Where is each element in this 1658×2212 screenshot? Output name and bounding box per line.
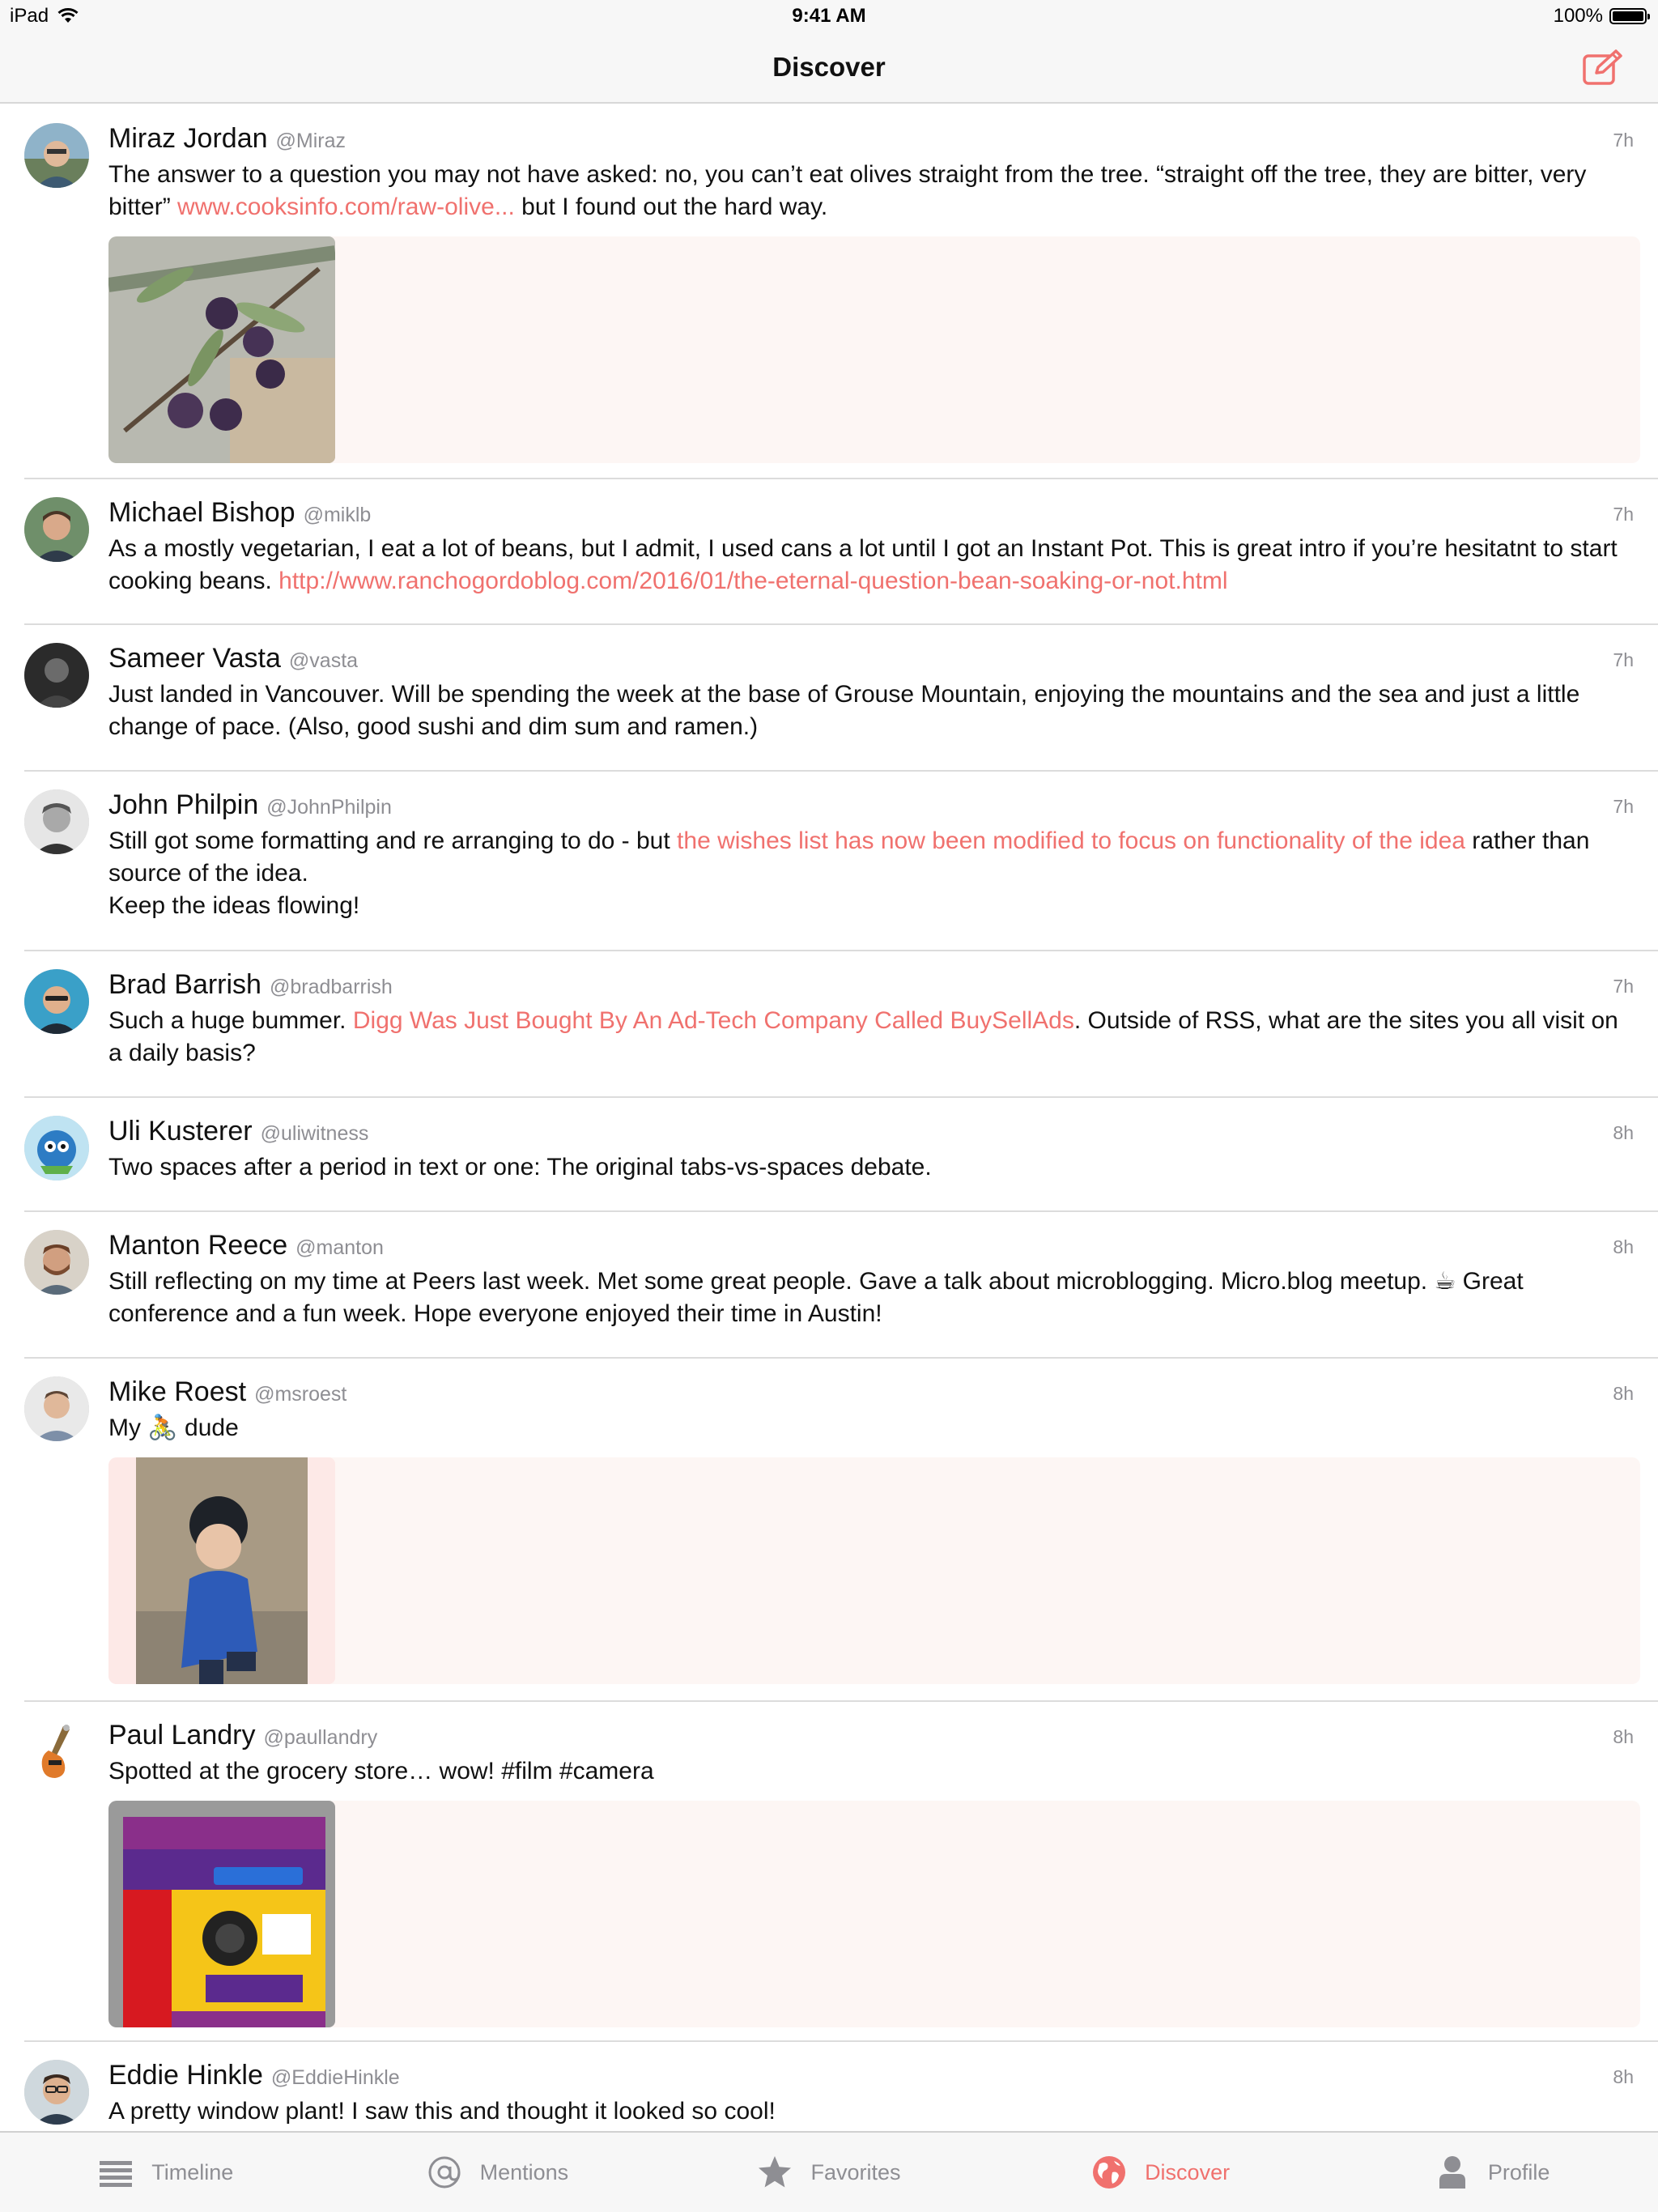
author-handle[interactable]: @uliwitness	[261, 1122, 369, 1146]
kid-photo[interactable]	[108, 1457, 335, 1684]
author-handle[interactable]: @vasta	[289, 649, 358, 673]
author-handle[interactable]: @miklb	[304, 504, 372, 527]
avatar[interactable]	[24, 497, 89, 562]
author-name[interactable]: John Philpin	[108, 789, 258, 821]
post-time: 7h	[1613, 976, 1634, 997]
author-name[interactable]: Sameer Vasta	[108, 643, 281, 674]
author-name[interactable]: Paul Landry	[108, 1720, 255, 1751]
post-text: Spotted at the grocery store… wow! #film…	[108, 1758, 654, 1784]
avatar[interactable]	[24, 1720, 89, 1784]
author-handle[interactable]: @JohnPhilpin	[266, 796, 392, 819]
post-text: Such a huge bummer. Digg Was Just Bought…	[108, 1007, 1618, 1066]
author-name[interactable]: Brad Barrish	[108, 969, 261, 1001]
status-bar: iPad 9:41 AM 100%	[0, 0, 1658, 32]
tab-discover[interactable]: Discover	[995, 2133, 1327, 2212]
avatar[interactable]	[24, 2060, 89, 2125]
author-name[interactable]: Manton Reece	[108, 1230, 287, 1261]
post-time: 7h	[1613, 649, 1634, 670]
tab-timeline[interactable]: Timeline	[0, 2133, 332, 2212]
post-link[interactable]: www.cooksinfo.com/raw-olive...	[177, 194, 515, 220]
tab-label: Mentions	[479, 2159, 569, 2184]
post-text: The answer to a question you may not hav…	[108, 161, 1587, 220]
post-item[interactable]: Miraz Jordan @Miraz 7h The answer to a q…	[0, 105, 1658, 479]
tab-profile[interactable]: Profile	[1326, 2133, 1658, 2212]
author-name[interactable]: Miraz Jordan	[108, 123, 268, 155]
battery-percent: 100%	[1553, 5, 1603, 27]
tab-label: Favorites	[810, 2159, 901, 2184]
post-text: Just landed in Vancouver. Will be spendi…	[108, 681, 1580, 740]
star-icon	[759, 2156, 792, 2188]
avatar[interactable]	[24, 643, 89, 708]
author-name[interactable]: Michael Bishop	[108, 497, 295, 529]
post-media[interactable]	[108, 1801, 1640, 2027]
camera-photo[interactable]	[108, 1801, 335, 2027]
post-item[interactable]: Eddie Hinkle @EddieHinkle 8h A pretty wi…	[0, 2042, 1658, 2131]
post-text: Two spaces after a period in text or one…	[108, 1154, 932, 1180]
post-time: 7h	[1613, 504, 1634, 525]
post-link[interactable]: http://www.ranchogordoblog.com/2016/01/t…	[278, 568, 1227, 594]
post-time: 8h	[1613, 1726, 1634, 1747]
battery-icon	[1609, 8, 1650, 24]
tab-label: Discover	[1145, 2159, 1231, 2184]
post-item[interactable]: Mike Roest @msroest 8h My 🚴 dude	[0, 1359, 1658, 1702]
post-item[interactable]: Manton Reece @manton 8h Still reflecting…	[0, 1212, 1658, 1359]
post-feed[interactable]: Miraz Jordan @Miraz 7h The answer to a q…	[0, 105, 1658, 2131]
avatar[interactable]	[24, 1116, 89, 1180]
post-text: Still reflecting on my time at Peers las…	[108, 1268, 1524, 1327]
post-item[interactable]: Sameer Vasta @vasta 7h Just landed in Va…	[0, 625, 1658, 772]
globe-icon	[1093, 2156, 1126, 2189]
author-handle[interactable]: @msroest	[254, 1383, 346, 1406]
tab-label: Timeline	[151, 2159, 234, 2184]
avatar[interactable]	[24, 1230, 89, 1295]
post-time: 7h	[1613, 796, 1634, 817]
author-handle[interactable]: @Miraz	[276, 130, 346, 153]
compose-icon[interactable]	[1582, 49, 1624, 87]
status-time: 9:41 AM	[792, 5, 866, 27]
author-handle[interactable]: @paullandry	[263, 1726, 377, 1750]
author-handle[interactable]: @EddieHinkle	[271, 2066, 400, 2090]
author-handle[interactable]: @bradbarrish	[270, 976, 393, 999]
post-media[interactable]	[108, 236, 1640, 463]
tab-label: Profile	[1487, 2159, 1550, 2184]
post-item[interactable]: Brad Barrish @bradbarrish 7h Such a huge…	[0, 951, 1658, 1098]
tab-mentions[interactable]: Mentions	[332, 2133, 664, 2212]
post-time: 8h	[1613, 1383, 1634, 1404]
at-icon	[428, 2156, 461, 2189]
tab-bar: Timeline Mentions Favorites Discover Pro…	[0, 2131, 1658, 2212]
post-time: 8h	[1613, 2066, 1634, 2087]
author-name[interactable]: Uli Kusterer	[108, 1116, 253, 1147]
person-icon	[1439, 2156, 1465, 2189]
post-text: A pretty window plant! I saw this and th…	[108, 2098, 776, 2125]
author-name[interactable]: Mike Roest	[108, 1376, 246, 1408]
post-text: As a mostly vegetarian, I eat a lot of b…	[108, 535, 1618, 594]
avatar[interactable]	[24, 1376, 89, 1441]
post-media[interactable]	[108, 1457, 1640, 1684]
avatar[interactable]	[24, 789, 89, 854]
post-link[interactable]: Digg Was Just Bought By An Ad-Tech Compa…	[353, 1007, 1074, 1034]
post-time: 8h	[1613, 1236, 1634, 1257]
tab-favorites[interactable]: Favorites	[663, 2133, 995, 2212]
post-item[interactable]: John Philpin @JohnPhilpin 7h Still got s…	[0, 772, 1658, 951]
page-title: Discover	[772, 52, 886, 82]
post-time: 8h	[1613, 1122, 1634, 1143]
post-item[interactable]: Michael Bishop @miklb 7h As a mostly veg…	[0, 479, 1658, 625]
post-link[interactable]: the wishes list has now been modified to…	[677, 827, 1465, 854]
olive-photo[interactable]	[108, 236, 335, 463]
post-item[interactable]: Uli Kusterer @uliwitness 8h Two spaces a…	[0, 1098, 1658, 1212]
timeline-icon	[100, 2161, 133, 2187]
nav-bar: Discover	[0, 32, 1658, 104]
avatar[interactable]	[24, 123, 89, 188]
post-time: 7h	[1613, 130, 1634, 151]
author-handle[interactable]: @manton	[295, 1236, 384, 1260]
post-item[interactable]: Paul Landry @paullandry 8h Spotted at th…	[0, 1702, 1658, 2042]
post-text: My 🚴 dude	[108, 1414, 239, 1441]
post-text: Still got some formatting and re arrangi…	[108, 827, 1590, 919]
author-name[interactable]: Eddie Hinkle	[108, 2060, 263, 2091]
avatar[interactable]	[24, 969, 89, 1034]
